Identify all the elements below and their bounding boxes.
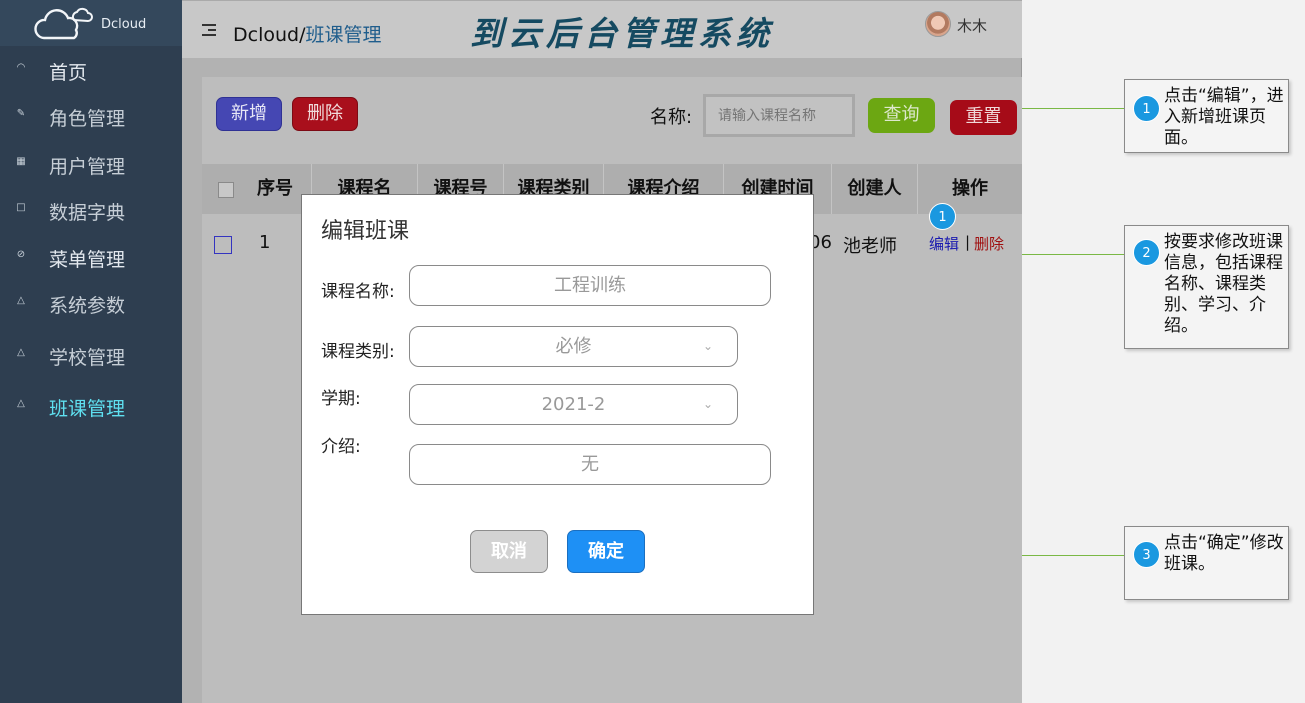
sidebar: Dcloud ◠ 首页 ✎ 角色管理 ▦ 用户管理 □ 数据字典 ⊘ 菜单管理 … — [0, 0, 182, 703]
course-name-value: 工程训练 — [554, 275, 626, 296]
callout-text: 按要求修改班课信息，包括课程名称、课程类别、学习、介绍。 — [1164, 232, 1283, 336]
sidebar-item-label: 角色管理 — [49, 108, 126, 130]
menu-toggle-icon[interactable] — [202, 24, 216, 36]
search-input[interactable] — [703, 94, 855, 137]
system-title: 到云后台管理系统 — [470, 14, 774, 53]
callout-connector — [1022, 108, 1124, 109]
dashboard-icon: ◠ — [16, 62, 26, 73]
intro-value: 无 — [581, 454, 599, 475]
sidebar-item-roles[interactable]: ✎ 角色管理 — [0, 98, 182, 134]
row-creator: 池老师 — [843, 236, 897, 257]
step-badge: 2 — [1133, 239, 1160, 266]
edit-class-dialog: 编辑班课 课程名称: 工程训练 课程类别: 必修 ⌄ 学期: 2021-2 ⌄ … — [301, 194, 814, 615]
callout-connector — [1022, 254, 1124, 255]
sidebar-item-label: 学校管理 — [49, 347, 126, 369]
sidebar-item-users[interactable]: ▦ 用户管理 — [0, 146, 182, 182]
breadcrumb: Dcloud/班课管理 — [233, 20, 382, 47]
course-type-value: 必修 — [555, 336, 592, 357]
row-checkbox[interactable] — [214, 236, 232, 254]
chevron-down-icon: ⌄ — [702, 339, 713, 353]
step-badge: 1 — [1133, 95, 1160, 122]
sidebar-item-menus[interactable]: ⊘ 菜单管理 — [0, 239, 182, 275]
sidebar-item-label: 数据字典 — [49, 202, 126, 224]
column-header: 创建人 — [832, 164, 918, 214]
operation-separator: | — [965, 233, 971, 251]
intro-input[interactable]: 无 — [409, 444, 771, 485]
sidebar-item-label: 用户管理 — [49, 156, 126, 178]
callout-step-3: 3 点击“确定”修改班课。 — [1124, 526, 1289, 600]
sidebar-item-classes[interactable]: △ 班课管理 — [0, 388, 182, 424]
delete-button[interactable]: 删除 — [292, 97, 358, 131]
callout-step-1: 1 点击“编辑”，进入新增班课页面。 — [1124, 79, 1289, 153]
course-type-label: 课程类别: — [321, 342, 395, 362]
course-name-input[interactable]: 工程训练 — [409, 265, 771, 306]
edit-link[interactable]: 编辑 — [929, 233, 959, 254]
brand: Dcloud — [0, 0, 182, 46]
grid-icon: ▦ — [16, 156, 26, 167]
breadcrumb-root[interactable]: Dcloud/ — [233, 24, 305, 46]
step-badge: 1 — [929, 203, 956, 230]
square-icon: □ — [16, 202, 26, 213]
callout-connector — [1022, 555, 1124, 556]
chevron-down-icon: ⌄ — [702, 397, 713, 411]
confirm-button[interactable]: 确定 — [567, 530, 645, 573]
dialog-title: 编辑班课 — [321, 219, 410, 244]
sidebar-item-params[interactable]: △ 系统参数 — [0, 285, 182, 321]
cloud-icon — [34, 7, 93, 40]
step-badge: 3 — [1133, 541, 1160, 568]
sidebar-item-label: 菜单管理 — [49, 249, 126, 271]
triangle-icon: △ — [17, 295, 25, 306]
semester-select[interactable]: 2021-2 ⌄ — [409, 384, 738, 425]
user-name[interactable]: 木木 — [957, 15, 987, 36]
sidebar-item-label: 班课管理 — [49, 398, 126, 420]
sidebar-item-label: 系统参数 — [49, 295, 126, 317]
triangle-icon: △ — [17, 347, 25, 358]
sidebar-item-schools[interactable]: △ 学校管理 — [0, 337, 182, 373]
row-index: 1 — [259, 232, 271, 253]
course-type-select[interactable]: 必修 ⌄ — [409, 326, 738, 367]
delete-link[interactable]: 删除 — [974, 233, 1004, 254]
callout-step-2: 2 按要求修改班课信息，包括课程名称、课程类别、学习、介绍。 — [1124, 225, 1289, 349]
edit-icon: ✎ — [16, 108, 26, 119]
brand-name: Dcloud — [101, 17, 147, 32]
intro-label: 介绍: — [321, 437, 361, 457]
top-header: Dcloud/班课管理 到云后台管理系统 木木 — [182, 0, 1022, 58]
semester-label: 学期: — [321, 389, 361, 409]
reset-button[interactable]: 重置 — [950, 100, 1017, 135]
semester-value: 2021-2 — [541, 394, 606, 415]
select-all-checkbox[interactable] — [218, 182, 234, 198]
callout-text: 点击“编辑”，进入新增班课页面。 — [1164, 86, 1284, 148]
course-name-label: 课程名称: — [321, 282, 395, 302]
sidebar-item-dictionary[interactable]: □ 数据字典 — [0, 192, 182, 228]
circle-icon: ⊘ — [16, 249, 26, 260]
add-button[interactable]: 新增 — [216, 97, 282, 131]
triangle-icon: △ — [17, 398, 25, 409]
name-label: 名称: — [650, 107, 693, 128]
sidebar-item-home[interactable]: ◠ 首页 — [0, 52, 182, 88]
query-button[interactable]: 查询 — [868, 98, 935, 133]
callout-text: 点击“确定”修改班课。 — [1164, 533, 1284, 574]
sidebar-item-label: 首页 — [49, 62, 88, 84]
breadcrumb-current: 班课管理 — [305, 24, 382, 46]
avatar[interactable] — [925, 11, 951, 37]
cancel-button[interactable]: 取消 — [470, 530, 548, 573]
